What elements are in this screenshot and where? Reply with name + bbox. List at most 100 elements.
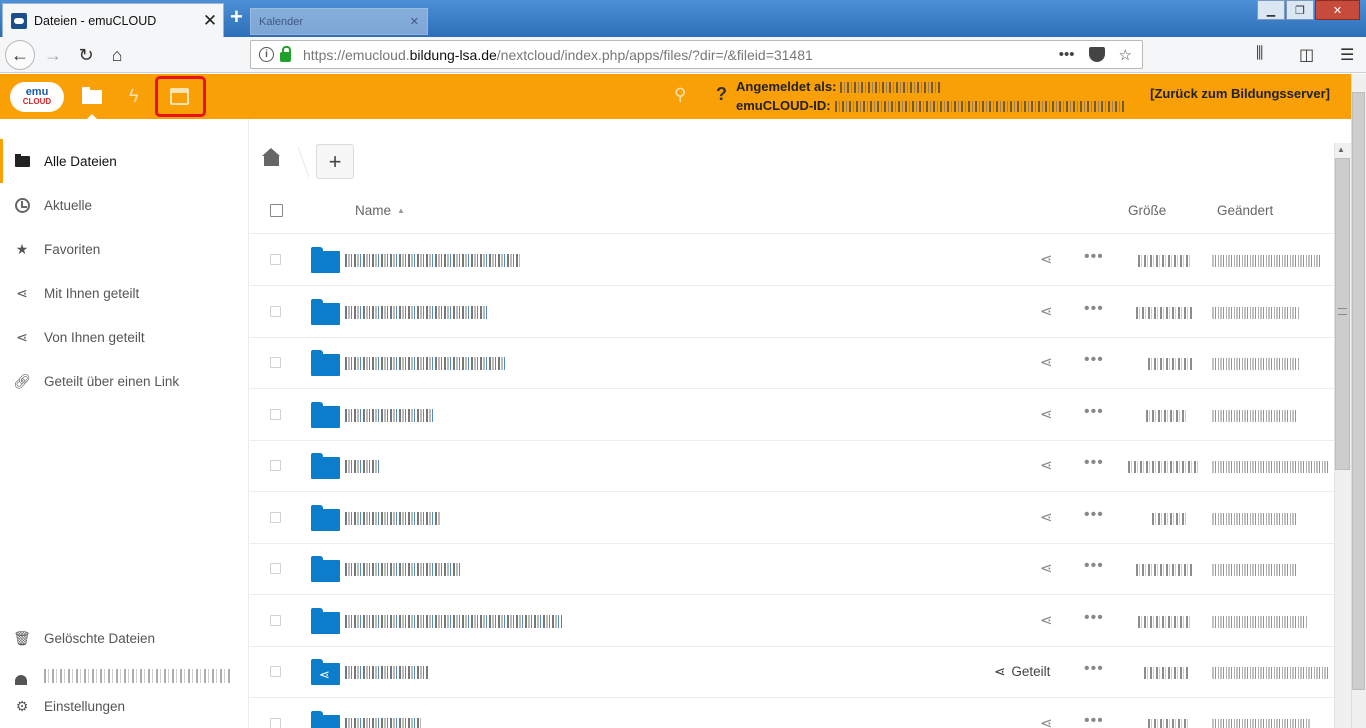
folder-icon[interactable] <box>311 556 340 582</box>
info-icon[interactable]: i <box>259 47 274 62</box>
folder-icon[interactable] <box>311 298 340 325</box>
redacted-file-name[interactable] <box>345 254 520 267</box>
table-row[interactable]: ⋖ ••• <box>250 698 1334 728</box>
share-action-icon[interactable]: ⋖ <box>1040 611 1053 629</box>
row-checkbox[interactable] <box>270 563 281 574</box>
sidebar-item-shared-with-you[interactable]: ⋖ Mit Ihnen geteilt <box>0 271 248 315</box>
row-checkbox[interactable] <box>270 614 281 626</box>
table-row[interactable]: ⋖ ••• <box>250 286 1334 338</box>
redacted-file-name[interactable] <box>345 563 462 576</box>
help-icon[interactable]: ? <box>716 84 727 105</box>
row-checkbox[interactable] <box>270 254 281 265</box>
search-icon[interactable]: ⚲ <box>674 85 686 105</box>
shared-status[interactable]: ⋖ Geteilt <box>994 664 1050 680</box>
table-row[interactable]: ⋖ ••• <box>250 595 1334 647</box>
bookmark-star-icon[interactable]: ☆ <box>1119 46 1132 64</box>
minimize-window-button[interactable]: ▁ <box>1257 0 1285 20</box>
page-scrollbar-thumb[interactable] <box>1352 92 1365 690</box>
calendar-app-icon[interactable] <box>170 88 189 105</box>
folder-icon[interactable] <box>311 350 340 376</box>
table-row[interactable]: ⋖ ••• <box>250 440 1334 492</box>
breadcrumb-home-icon[interactable] <box>262 148 280 166</box>
folder-icon[interactable] <box>311 710 340 728</box>
sidebar-item-all-files[interactable]: Alle Dateien <box>0 139 248 183</box>
menu-icon[interactable]: ☰ <box>1340 45 1354 65</box>
redacted-file-name[interactable] <box>345 717 421 728</box>
more-actions-button[interactable]: ••• <box>1084 351 1104 369</box>
home-button[interactable]: ⌂ <box>102 40 132 70</box>
close-window-button[interactable]: ✕ <box>1315 0 1360 20</box>
more-actions-button[interactable]: ••• <box>1084 712 1104 728</box>
folder-icon[interactable] <box>311 401 340 428</box>
share-action-icon[interactable]: ⋖ <box>1040 250 1053 268</box>
tab-close-icon[interactable]: ✕ <box>197 11 223 31</box>
emucloud-logo[interactable]: emu CLOUD <box>10 82 64 112</box>
back-button[interactable]: ← <box>5 40 35 70</box>
library-icon[interactable]: ⫼ <box>1256 45 1263 63</box>
row-checkbox[interactable] <box>270 666 281 677</box>
table-row[interactable]: ⋖ ••• <box>250 492 1334 544</box>
redacted-file-name[interactable] <box>345 305 488 319</box>
more-actions-button[interactable]: ••• <box>1084 660 1104 678</box>
new-file-button[interactable]: + <box>316 144 354 179</box>
share-action-icon[interactable]: ⋖ <box>1040 559 1053 577</box>
redacted-file-name[interactable] <box>345 357 507 370</box>
url-text[interactable]: https://emucloud.bildung-lsa.de/nextclou… <box>303 47 1059 63</box>
share-action-icon[interactable]: ⋖ <box>1040 302 1053 320</box>
browser-tab-active[interactable]: Dateien - emuCLOUD ✕ <box>2 3 224 37</box>
more-actions-button[interactable]: ••• <box>1084 609 1104 627</box>
share-action-icon[interactable]: ⋖ <box>1040 714 1053 728</box>
column-size-header[interactable]: Größe <box>1128 203 1166 218</box>
table-row[interactable]: ⋖ ••• <box>250 234 1334 286</box>
pocket-icon[interactable] <box>1088 47 1105 62</box>
row-checkbox[interactable] <box>270 511 281 523</box>
row-checkbox[interactable] <box>270 717 281 728</box>
more-actions-button[interactable]: ••• <box>1084 300 1104 318</box>
more-actions-button[interactable]: ••• <box>1084 506 1104 524</box>
url-bar[interactable]: i https://emucloud.bildung-lsa.de/nextcl… <box>250 40 1143 69</box>
more-actions-button[interactable]: ••• <box>1084 454 1104 472</box>
sidebar-item-favorites[interactable]: ★ Favoriten <box>0 227 248 271</box>
inactive-tab-close-icon[interactable]: ✕ <box>410 15 419 28</box>
table-row[interactable]: ⋖ ••• <box>250 337 1334 389</box>
reload-button[interactable]: ↻ <box>71 40 101 70</box>
sidebar-item-shared-by-link[interactable]: 🔗︎ Geteilt über einen Link <box>0 359 248 403</box>
redacted-file-name[interactable] <box>345 614 562 628</box>
redacted-file-name[interactable] <box>345 460 381 473</box>
row-checkbox[interactable] <box>270 408 281 420</box>
sidebar-item-settings[interactable]: ⚙ Einstellungen <box>0 684 248 728</box>
share-action-icon[interactable]: ⋖ <box>1040 405 1053 423</box>
sidebar-item-deleted-files[interactable]: 🗑︎ Gelöschte Dateien <box>0 616 248 660</box>
share-action-icon[interactable]: ⋖ <box>1040 456 1053 474</box>
row-checkbox[interactable] <box>270 460 281 471</box>
folder-icon[interactable] <box>311 607 340 634</box>
row-checkbox[interactable] <box>270 357 281 368</box>
lock-icon[interactable] <box>280 45 291 62</box>
sidebar-item-recent[interactable]: Aktuelle <box>0 183 248 227</box>
column-name-header[interactable]: Name ▲ <box>355 203 405 218</box>
forward-button[interactable]: → <box>38 40 68 70</box>
redacted-file-name[interactable] <box>345 666 429 679</box>
column-modified-header[interactable]: Geändert <box>1217 203 1273 218</box>
folder-icon[interactable] <box>311 504 340 531</box>
shared-folder-icon[interactable]: ⋖ <box>311 659 340 685</box>
sidebar-item-shared-by-you[interactable]: ⋖ Von Ihnen geteilt <box>0 315 248 359</box>
files-app-icon[interactable] <box>82 87 102 104</box>
back-to-bildungsserver-link[interactable]: [Zurück zum Bildungsserver] <box>1150 86 1330 101</box>
sidebar-toggle-icon[interactable]: ◫ <box>1299 45 1314 65</box>
redacted-file-name[interactable] <box>345 511 441 525</box>
table-row[interactable]: ⋖ ⋖ Geteilt ••• <box>250 646 1334 698</box>
share-action-icon[interactable]: ⋖ <box>1040 508 1053 526</box>
folder-icon[interactable] <box>311 247 340 273</box>
share-action-icon[interactable]: ⋖ <box>1040 353 1053 371</box>
browser-tab-inactive[interactable]: Kalender ✕ <box>250 8 428 35</box>
restore-window-button[interactable]: ❐ <box>1286 0 1314 20</box>
table-row[interactable]: ⋖ ••• <box>250 389 1334 441</box>
new-tab-button[interactable]: + <box>230 4 243 30</box>
table-row[interactable]: ⋖ ••• <box>250 543 1334 595</box>
select-all-checkbox[interactable] <box>270 204 283 217</box>
activity-app-icon[interactable]: ϟ <box>129 86 139 107</box>
more-actions-button[interactable]: ••• <box>1084 403 1104 421</box>
scroll-up-arrow-icon[interactable]: ▲ <box>1337 145 1345 154</box>
more-actions-button[interactable]: ••• <box>1084 248 1104 266</box>
